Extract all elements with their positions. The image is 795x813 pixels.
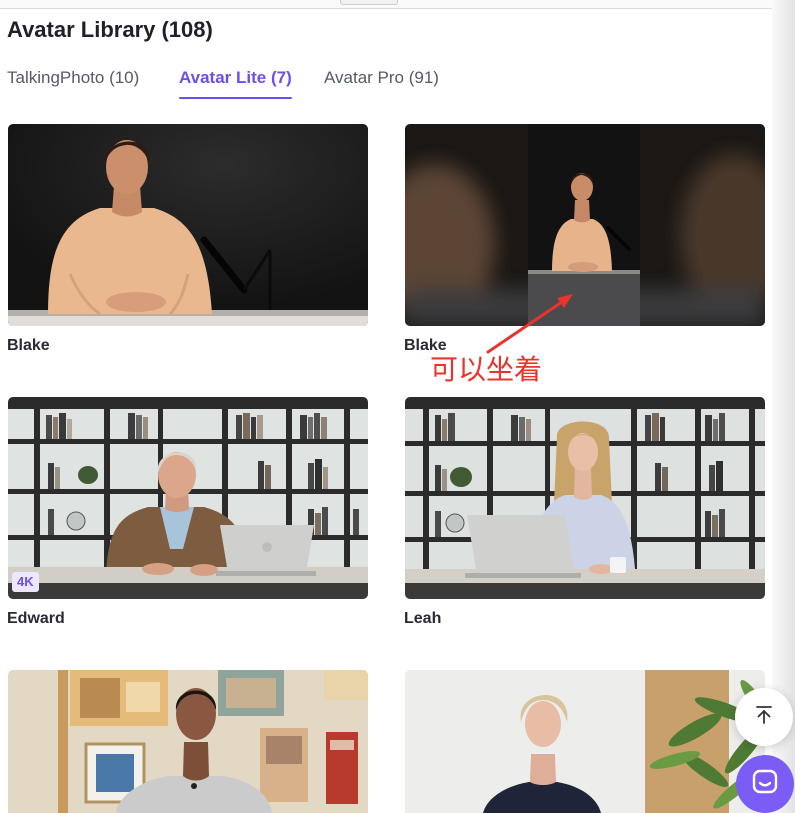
scroll-to-top-button[interactable] <box>735 688 793 746</box>
avatar-thumbnail-blake[interactable] <box>8 124 368 326</box>
tab-avatar-pro[interactable]: Avatar Pro (91) <box>324 68 439 88</box>
avatar-thumbnail-blake-seated[interactable] <box>405 124 765 326</box>
chat-button[interactable] <box>736 755 794 813</box>
annotation-text: 可以坐着 <box>430 354 543 385</box>
annotation-arrow <box>486 294 573 354</box>
avatar-card <box>8 670 368 813</box>
tab-talkingphoto[interactable]: TalkingPhoto (10) <box>7 68 139 88</box>
avatar-name: Blake <box>8 337 50 354</box>
avatar-name: Leah <box>404 610 442 627</box>
avatar-photo <box>8 670 368 813</box>
avatar-thumbnail[interactable] <box>8 670 368 813</box>
chat-bubble-icon <box>751 768 779 801</box>
avatar-photo <box>8 397 368 599</box>
collapse-handle[interactable] <box>340 0 398 5</box>
avatar-photo <box>8 124 368 326</box>
avatar-card: 4K Edward <box>8 397 368 670</box>
page-title: Avatar Library (108) <box>7 17 213 42</box>
avatar-name: Edward <box>8 610 65 627</box>
avatar-card <box>405 670 765 813</box>
avatar-photo <box>405 670 765 813</box>
avatar-thumbnail-leah[interactable] <box>405 397 765 599</box>
avatar-card: Blake <box>8 124 368 397</box>
avatar-thumbnail-edward[interactable]: 4K <box>8 397 368 599</box>
avatar-grid: Blake Blake 4K Edward Leah <box>8 124 765 813</box>
avatar-thumbnail[interactable] <box>405 670 765 813</box>
tab-avatar-lite[interactable]: Avatar Lite (7) <box>179 68 292 99</box>
avatar-card: Leah <box>404 397 765 670</box>
avatar-photo <box>405 397 765 599</box>
arrow-up-to-line-icon <box>753 704 775 731</box>
avatar-photo <box>405 124 765 326</box>
resolution-badge: 4K <box>12 572 39 592</box>
